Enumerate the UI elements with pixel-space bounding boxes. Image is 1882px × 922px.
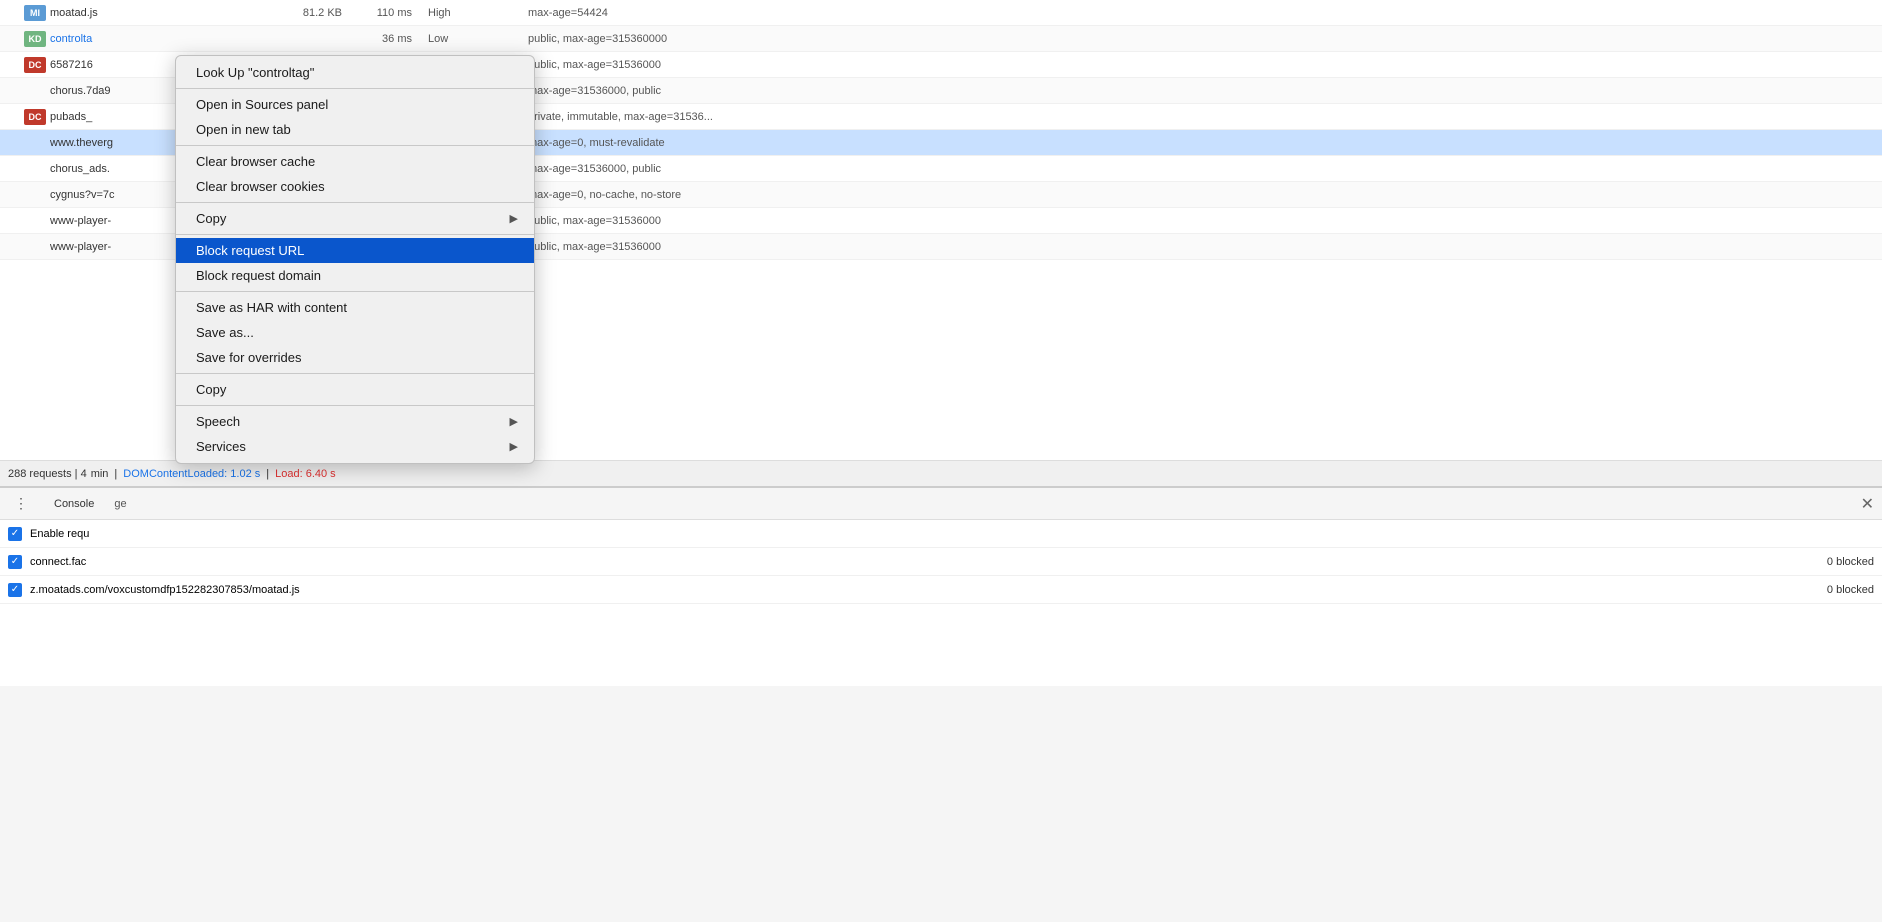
moatads-label: z.moatads.com/voxcustomdfp152282307853/m… <box>30 584 300 596</box>
row-badge-empty <box>24 83 46 99</box>
menu-separator <box>176 373 534 374</box>
blocked-count2: 0 blocked <box>1827 584 1874 596</box>
menu-item-label: Copy <box>196 382 518 397</box>
console-header: ⋮ Console ge ✕ <box>0 488 1882 520</box>
checkbox-connect[interactable]: ✓ <box>8 555 22 569</box>
menu-separator <box>176 202 534 203</box>
enable-req-label: Enable requ <box>30 528 89 540</box>
menu-separator <box>176 291 534 292</box>
menu-item-clear-cookies[interactable]: Clear browser cookies <box>176 174 534 199</box>
row-badge-empty3 <box>24 161 46 177</box>
separator-pipe: | <box>114 468 117 480</box>
console-row: ✓ Enable requ <box>0 520 1882 548</box>
menu-item-open-sources[interactable]: Open in Sources panel <box>176 92 534 117</box>
dom-content-loaded: DOMContentLoaded: 1.02 s <box>123 468 260 480</box>
row-cache: max-age=0, no-cache, no-store <box>520 189 1878 201</box>
submenu-arrow-icon: ▶ <box>510 415 518 428</box>
menu-item-label: Open in new tab <box>196 122 518 137</box>
menu-item-copy-bottom[interactable]: Copy <box>176 377 534 402</box>
menu-item-label: Save as HAR with content <box>196 300 518 315</box>
table-row[interactable]: MI moatad.js 81.2 KB 110 ms High max-age… <box>0 0 1882 26</box>
menu-item-label: Open in Sources panel <box>196 97 518 112</box>
menu-item-save-overrides[interactable]: Save for overrides <box>176 345 534 370</box>
menu-item-label: Copy <box>196 211 510 226</box>
requests-count: 288 requests | 4 <box>8 468 87 480</box>
menu-item-label: Block request URL <box>196 243 518 258</box>
console-area: ⋮ Console ge ✕ ✓ Enable requ ✓ connect.f… <box>0 486 1882 686</box>
menu-separator <box>176 405 534 406</box>
row-time: 36 ms <box>350 33 420 45</box>
row-name[interactable]: controlta <box>50 33 270 45</box>
table-row[interactable]: KD controlta 36 ms Low public, max-age=3… <box>0 26 1882 52</box>
separator-pipe2: | <box>266 468 269 480</box>
menu-item-save-har[interactable]: Save as HAR with content <box>176 295 534 320</box>
selected-text: controlta <box>50 33 92 45</box>
row-priority: Low <box>420 33 520 45</box>
row-cache: max-age=31536000, public <box>520 85 1878 97</box>
menu-item-label: Speech <box>196 414 510 429</box>
connect-label: connect.fac <box>30 556 86 568</box>
blocked-count: 0 blocked <box>1827 556 1874 568</box>
row-size: 81.2 KB <box>270 7 350 19</box>
menu-item-copy-top[interactable]: Copy ▶ <box>176 206 534 231</box>
row-badge-empty6 <box>24 239 46 255</box>
row-priority: High <box>420 7 520 19</box>
filter-text: ge <box>114 498 126 510</box>
console-row[interactable]: ✓ connect.fac 0 blocked <box>0 548 1882 576</box>
row-badge-empty4 <box>24 187 46 203</box>
row-cache: public, max-age=315360000 <box>520 33 1878 45</box>
menu-item-label: Save for overrides <box>196 350 518 365</box>
row-cache: public, max-age=31536000 <box>520 215 1878 227</box>
menu-item-label: Clear browser cache <box>196 154 518 169</box>
menu-item-block-domain[interactable]: Block request domain <box>176 263 534 288</box>
menu-item-label: Services <box>196 439 510 454</box>
menu-separator <box>176 234 534 235</box>
row-cache: max-age=31536000, public <box>520 163 1878 175</box>
menu-item-label: Save as... <box>196 325 518 340</box>
row-badge-dc2: DC <box>24 109 46 125</box>
row-name[interactable]: moatad.js <box>50 7 270 19</box>
checkbox-enable[interactable]: ✓ <box>8 527 22 541</box>
menu-separator <box>176 145 534 146</box>
menu-item-label: Clear browser cookies <box>196 179 518 194</box>
menu-item-save-as[interactable]: Save as... <box>176 320 534 345</box>
row-badge-empty2 <box>24 135 46 151</box>
row-cache: public, max-age=31536000 <box>520 59 1878 71</box>
menu-item-speech[interactable]: Speech ▶ <box>176 409 534 434</box>
context-menu: Look Up "controltag" Open in Sources pan… <box>175 55 535 464</box>
console-row[interactable]: ✓ z.moatads.com/voxcustomdfp152282307853… <box>0 576 1882 604</box>
console-tab[interactable]: Console <box>50 498 98 510</box>
row-cache: max-age=54424 <box>520 7 1878 19</box>
row-badge-kd: KD <box>24 31 46 47</box>
row-cache: public, max-age=31536000 <box>520 241 1878 253</box>
row-cache: max-age=0, must-revalidate <box>520 137 1878 149</box>
load-time: Load: 6.40 s <box>275 468 336 480</box>
menu-item-label: Block request domain <box>196 268 518 283</box>
row-time: 110 ms <box>350 7 420 19</box>
menu-item-clear-cache[interactable]: Clear browser cache <box>176 149 534 174</box>
row-badge-dc: DC <box>24 57 46 73</box>
row-cache: private, immutable, max-age=31536... <box>520 111 1878 123</box>
menu-item-services[interactable]: Services ▶ <box>176 434 534 459</box>
min-label: min <box>91 468 109 480</box>
submenu-arrow-icon: ▶ <box>510 440 518 453</box>
three-dots-icon[interactable]: ⋮ <box>8 495 34 512</box>
menu-item-lookup[interactable]: Look Up "controltag" <box>176 60 534 85</box>
menu-item-block-url[interactable]: Block request URL <box>176 238 534 263</box>
menu-separator <box>176 88 534 89</box>
row-badge-empty5 <box>24 213 46 229</box>
menu-item-open-new-tab[interactable]: Open in new tab <box>176 117 534 142</box>
menu-item-label: Look Up "controltag" <box>196 65 518 80</box>
checkbox-moatads[interactable]: ✓ <box>8 583 22 597</box>
close-button[interactable]: ✕ <box>1861 494 1874 514</box>
submenu-arrow-icon: ▶ <box>510 212 518 225</box>
row-badge-mi: MI <box>24 5 46 21</box>
